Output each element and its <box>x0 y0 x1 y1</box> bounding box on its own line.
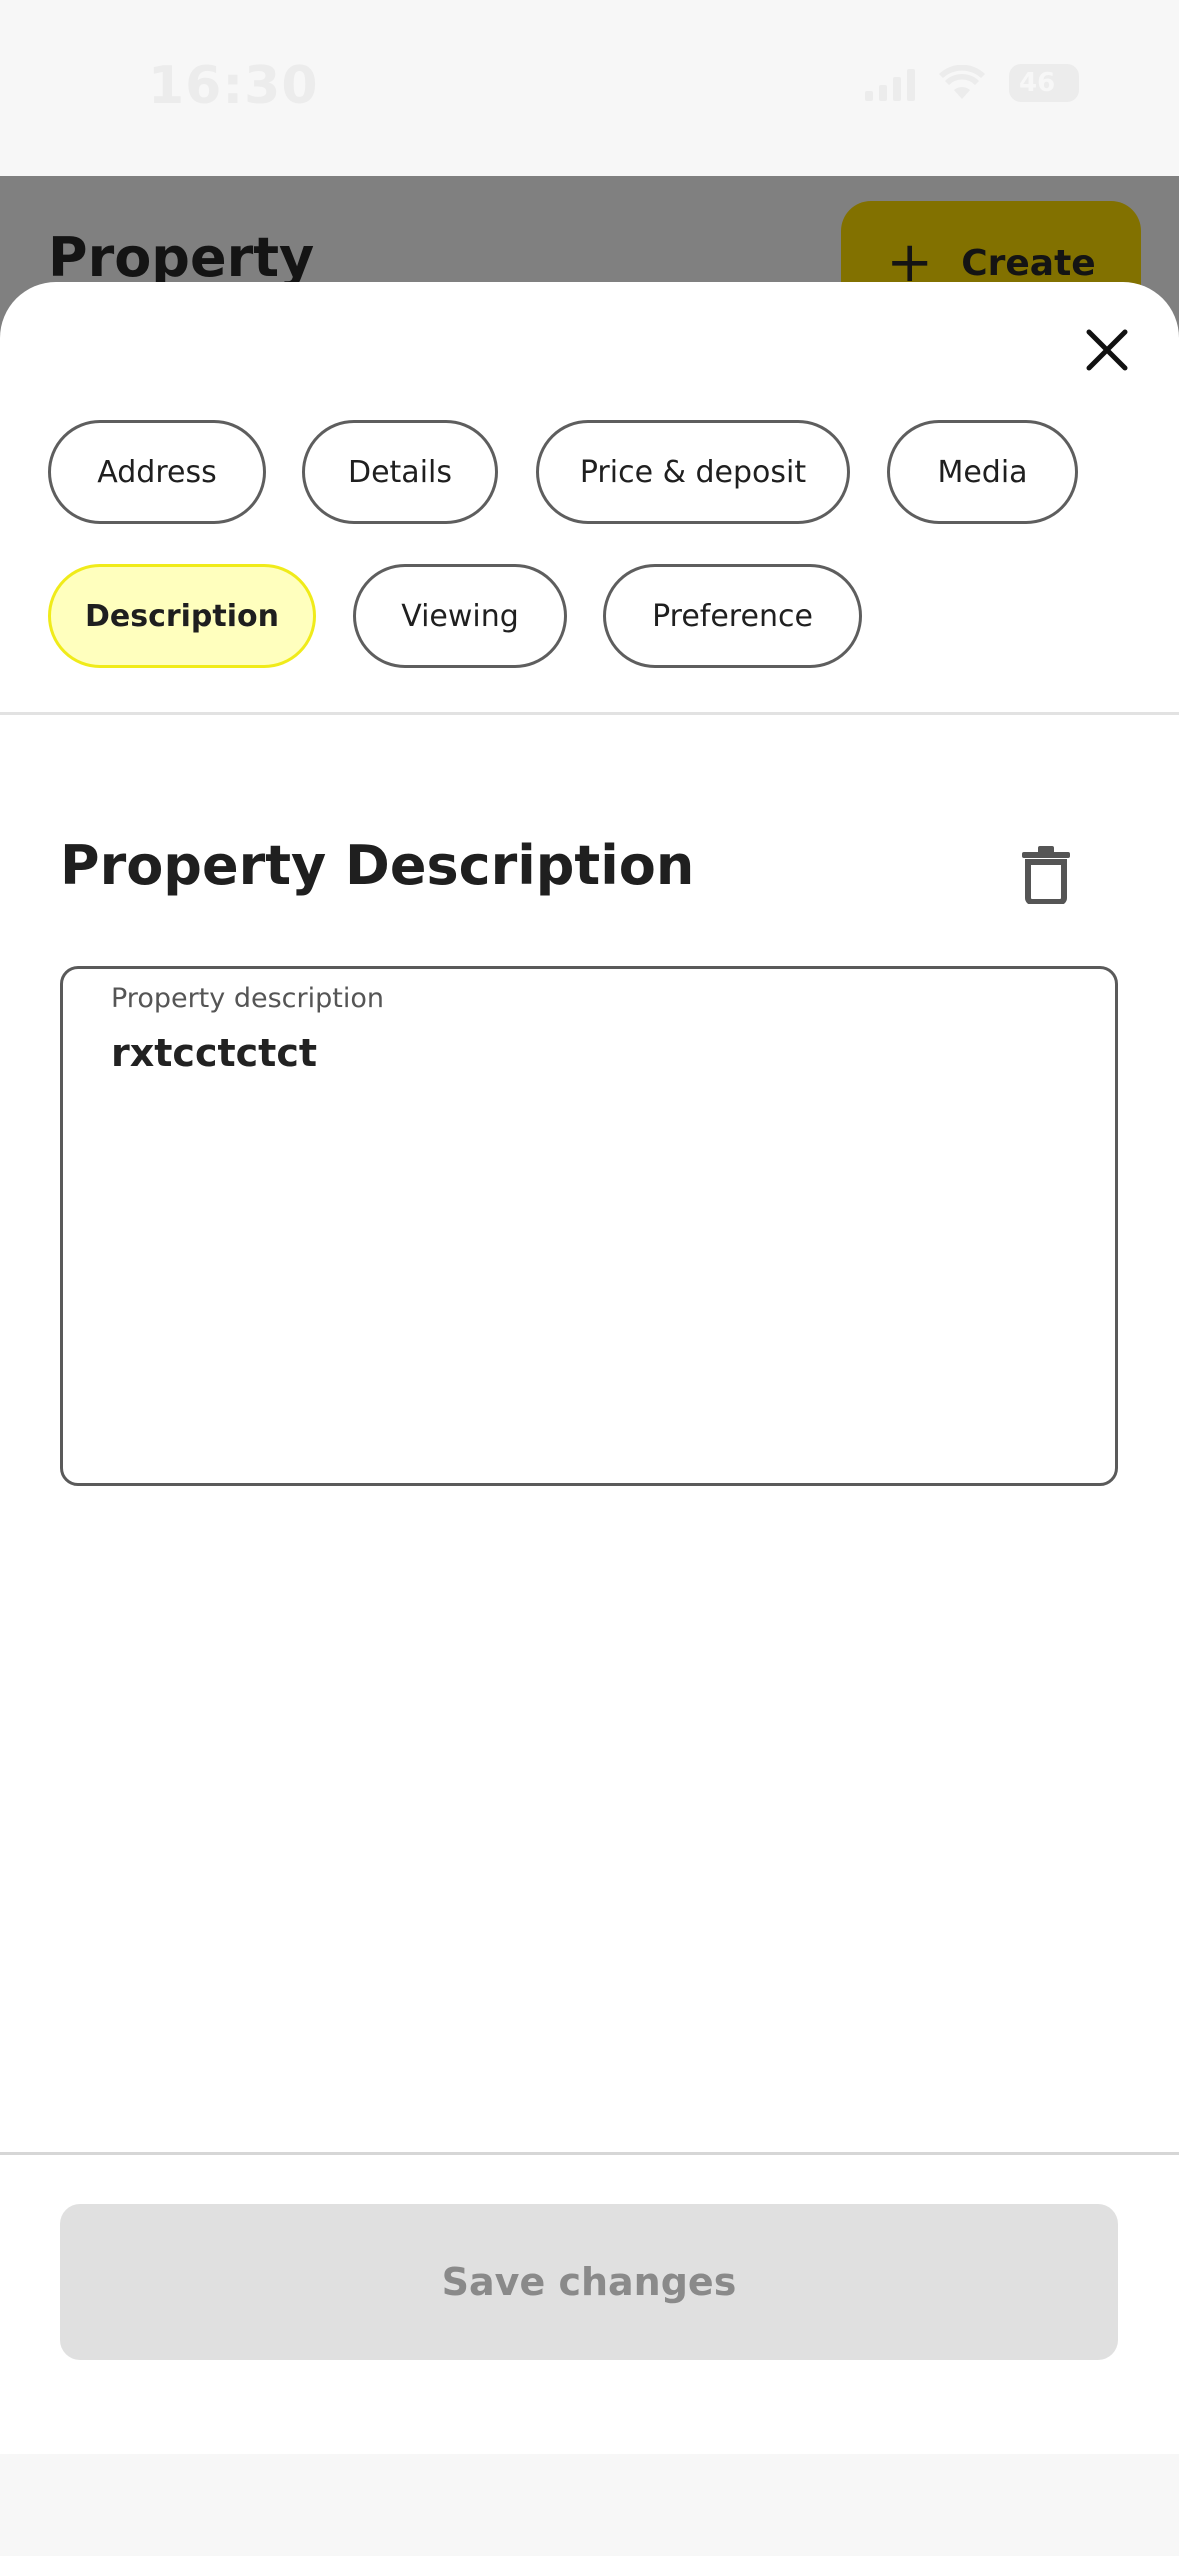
tab-address[interactable]: Address <box>48 420 266 524</box>
tab-media[interactable]: Media <box>887 420 1078 524</box>
save-changes-button[interactable]: Save changes <box>60 2204 1118 2360</box>
footer-divider <box>0 2152 1179 2155</box>
property-description-label: Property description <box>111 983 384 1014</box>
signal-icon <box>865 65 915 101</box>
create-button-label: Create <box>961 242 1096 284</box>
tab-viewing[interactable]: Viewing <box>353 564 567 668</box>
status-time: 16:30 <box>148 56 319 116</box>
status-icons: 46 <box>865 64 1079 102</box>
background-page-title: Property <box>48 226 315 289</box>
battery-level: 46 <box>1019 68 1056 98</box>
delete-button[interactable] <box>1020 844 1072 905</box>
property-description-field[interactable]: Property description rxtcctctct <box>60 966 1118 1486</box>
wifi-icon <box>939 65 985 99</box>
property-description-value[interactable]: rxtcctctct <box>111 1031 317 1075</box>
tab-description[interactable]: Description <box>48 564 316 668</box>
battery-icon: 46 <box>1009 64 1079 102</box>
status-bar: 16:30 46 <box>0 0 1179 176</box>
section-title: Property Description <box>60 834 695 897</box>
tab-details[interactable]: Details <box>302 420 498 524</box>
trash-icon <box>1022 846 1070 905</box>
close-icon <box>1086 329 1128 371</box>
tabs-divider <box>0 712 1179 715</box>
tab-preference[interactable]: Preference <box>603 564 862 668</box>
close-button[interactable] <box>1079 322 1135 378</box>
tab-price-deposit[interactable]: Price & deposit <box>536 420 850 524</box>
